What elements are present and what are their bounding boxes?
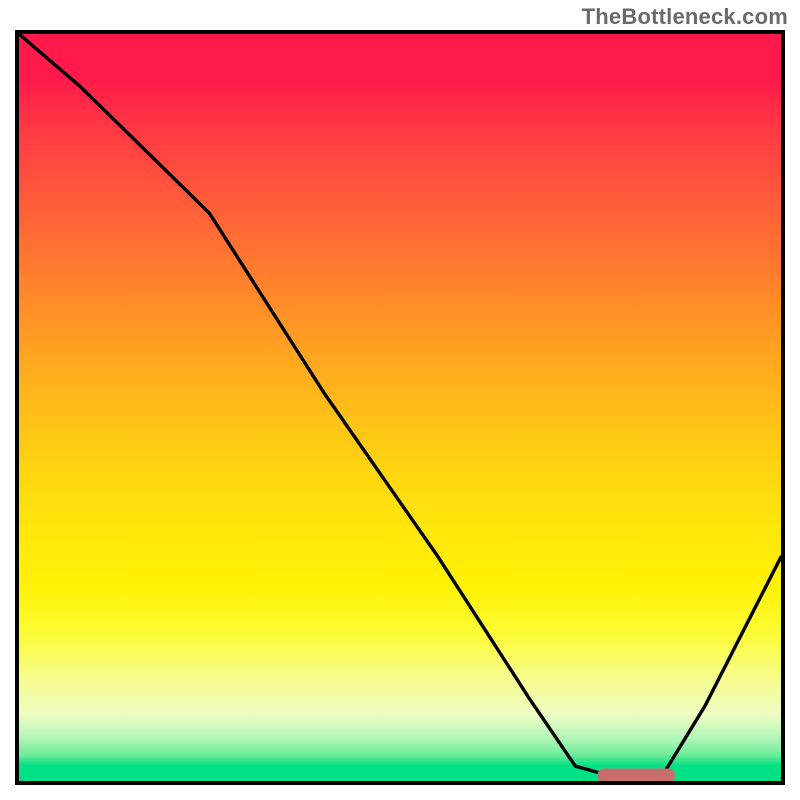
- chart-container: TheBottleneck.com: [0, 0, 800, 800]
- highlight-marker: [598, 769, 674, 781]
- chart-overlay: [19, 34, 781, 781]
- plot-area: [15, 30, 785, 785]
- bottleneck-curve: [19, 34, 781, 781]
- watermark-text: TheBottleneck.com: [582, 4, 788, 30]
